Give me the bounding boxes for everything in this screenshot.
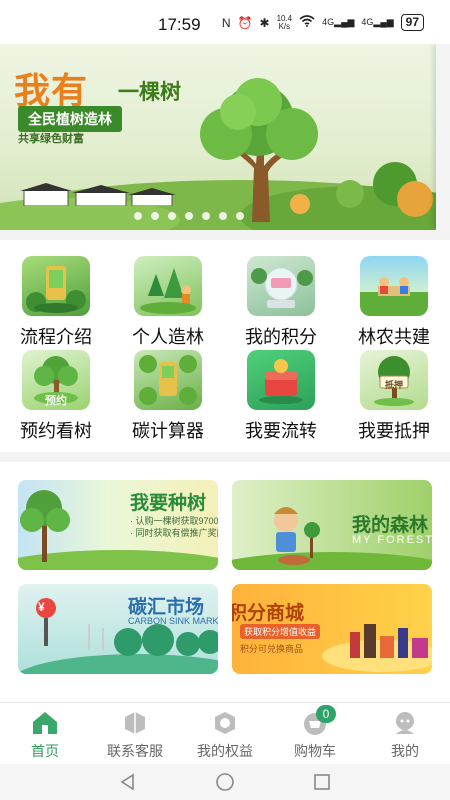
tab-profile[interactable]: 我的: [360, 709, 450, 761]
transfer-box-icon: [247, 350, 315, 410]
menu-label: 林农共建: [358, 327, 430, 347]
tab-cart[interactable]: 0 购物车: [270, 705, 360, 761]
card-points-mall[interactable]: 积分商城 获取积分增值收益 积分可兑换商品: [232, 584, 432, 674]
menu-label: 我要抵押: [358, 421, 430, 441]
system-nav-bar: [0, 764, 450, 800]
menu-item-carbon-calculator[interactable]: 碳计算器: [112, 350, 224, 450]
banner-dot[interactable]: [151, 212, 159, 220]
home-icon: [30, 709, 60, 737]
menu-label: 我的积分: [245, 327, 317, 347]
card-my-forest[interactable]: 我的森林 MY FOREST: [232, 480, 432, 570]
menu-label: 流程介绍: [20, 327, 92, 347]
feature-cards: 我要种树 · 认购一棵树获取9700元权益 · 同时获取有偿推广奖励 我的森林 …: [0, 462, 450, 702]
net-speed: 10.4 K/s: [277, 14, 293, 31]
reserve-tree-icon: 预约: [22, 350, 90, 410]
mall-card-title: 积分商城: [232, 603, 305, 624]
status-icons: N ⏰ ✱ 10.4 K/s 4G▂▄▆ 4G▂▄▆ 97: [222, 14, 424, 31]
tab-label: 我的: [391, 743, 419, 759]
bottom-tab-bar: 首页 联系客服 我的权益 0 购物车 我的: [0, 702, 450, 764]
village-houses-illustration: [20, 183, 176, 206]
function-grid: 流程介绍 个人造林 我的积分 林农共建 预约 预约看树 碳计算器 我要流转 抵押…: [0, 240, 450, 452]
phone-tree-icon: [22, 256, 90, 316]
forest-card-title: 我的森林: [352, 515, 429, 536]
banner-dot[interactable]: [202, 212, 210, 220]
tab-label: 购物车: [294, 743, 336, 759]
menu-item-personal-planting[interactable]: 个人造林: [112, 256, 224, 356]
carbon-calculator-icon: [134, 350, 202, 410]
banner-dot[interactable]: [185, 212, 193, 220]
plant-card-title: 我要种树: [130, 493, 207, 514]
banner-tag: 全民植树造林: [18, 106, 122, 132]
signal-icon-1: 4G▂▄▆: [322, 17, 355, 27]
menu-label: 碳计算器: [132, 421, 204, 441]
status-time: 17:59: [158, 15, 201, 34]
recents-icon[interactable]: [312, 772, 332, 792]
signal-label-2: 4G: [361, 17, 374, 27]
nfc-icon: N: [221, 15, 231, 30]
menu-item-mortgage[interactable]: 抵押 我要抵押: [338, 350, 450, 450]
carbon-card-sub: CARBON SINK MARKET: [128, 616, 218, 626]
net-speed-unit: K/s: [278, 21, 291, 31]
status-bar: 17:59 N ⏰ ✱ 10.4 K/s 4G▂▄▆ 4G▂▄▆ 97: [0, 0, 450, 44]
promo-banner[interactable]: 我有 一棵树 全民植树造林 共享绿色财富: [0, 44, 450, 230]
points-globe-icon: [247, 256, 315, 316]
mortgage-icon-text: 抵押: [384, 380, 403, 390]
banner-subtitle: 共享绿色财富: [18, 133, 84, 145]
tab-customer-service[interactable]: 联系客服: [90, 709, 180, 761]
yen-icon: ¥: [38, 600, 45, 614]
wifi-icon: [299, 15, 315, 30]
tab-label: 首页: [31, 743, 59, 759]
tab-my-rights[interactable]: 我的权益: [180, 709, 270, 761]
signal-icon-2: 4G▂▄▆: [361, 17, 394, 27]
reserve-icon-text: 预约: [45, 395, 67, 407]
profile-icon: [390, 709, 420, 737]
home-circle-icon[interactable]: [215, 772, 235, 792]
bluetooth-icon: ✱: [259, 15, 270, 30]
mall-card-sub1: 获取积分增值收益: [240, 624, 321, 639]
farmers-icon: [360, 256, 428, 316]
cart-badge: 0: [316, 705, 336, 723]
next-banner-peek: [436, 44, 450, 230]
banner-dot[interactable]: [134, 212, 142, 220]
carbon-card-title: 碳汇市场: [128, 597, 205, 618]
planting-person-icon: [134, 256, 202, 316]
card-plant-tree[interactable]: 我要种树 · 认购一棵树获取9700元权益 · 同时获取有偿推广奖励: [18, 480, 218, 570]
tab-label: 我的权益: [197, 743, 253, 759]
menu-item-process-intro[interactable]: 流程介绍: [0, 256, 112, 356]
banner-dot[interactable]: [219, 212, 227, 220]
alarm-icon: ⏰: [237, 15, 253, 30]
tab-home[interactable]: 首页: [0, 709, 90, 761]
battery-indicator: 97: [400, 14, 424, 31]
banner-dot[interactable]: [168, 212, 176, 220]
banner-dot[interactable]: [236, 212, 244, 220]
card-carbon-market[interactable]: ¥ 碳汇市场 CARBON SINK MARKET: [18, 584, 218, 674]
service-icon: [120, 709, 150, 737]
menu-item-transfer[interactable]: 我要流转: [225, 350, 337, 450]
menu-item-my-points[interactable]: 我的积分: [225, 256, 337, 356]
menu-item-reserve-tree[interactable]: 预约 预约看树: [0, 350, 112, 450]
banner-pagination[interactable]: [134, 212, 244, 220]
signal-label-1: 4G: [322, 17, 335, 27]
menu-label: 预约看树: [20, 421, 92, 441]
mortgage-tree-icon: 抵押: [360, 350, 428, 410]
tab-label: 联系客服: [107, 743, 163, 759]
menu-label: 个人造林: [132, 327, 204, 347]
rights-icon: [210, 709, 240, 737]
menu-item-farmer-co-build[interactable]: 林农共建: [338, 256, 450, 356]
back-icon[interactable]: [118, 772, 138, 792]
banner-title-suffix: 一棵树: [118, 81, 181, 104]
big-tree-illustration: [200, 78, 318, 222]
mall-card-sub2: 积分可兑换商品: [240, 644, 304, 654]
plant-card-sub2: · 同时获取有偿推广奖励: [130, 528, 218, 538]
forest-card-sub: MY FOREST: [352, 534, 432, 546]
menu-label: 我要流转: [245, 421, 317, 441]
cart-icon: 0: [300, 705, 336, 737]
